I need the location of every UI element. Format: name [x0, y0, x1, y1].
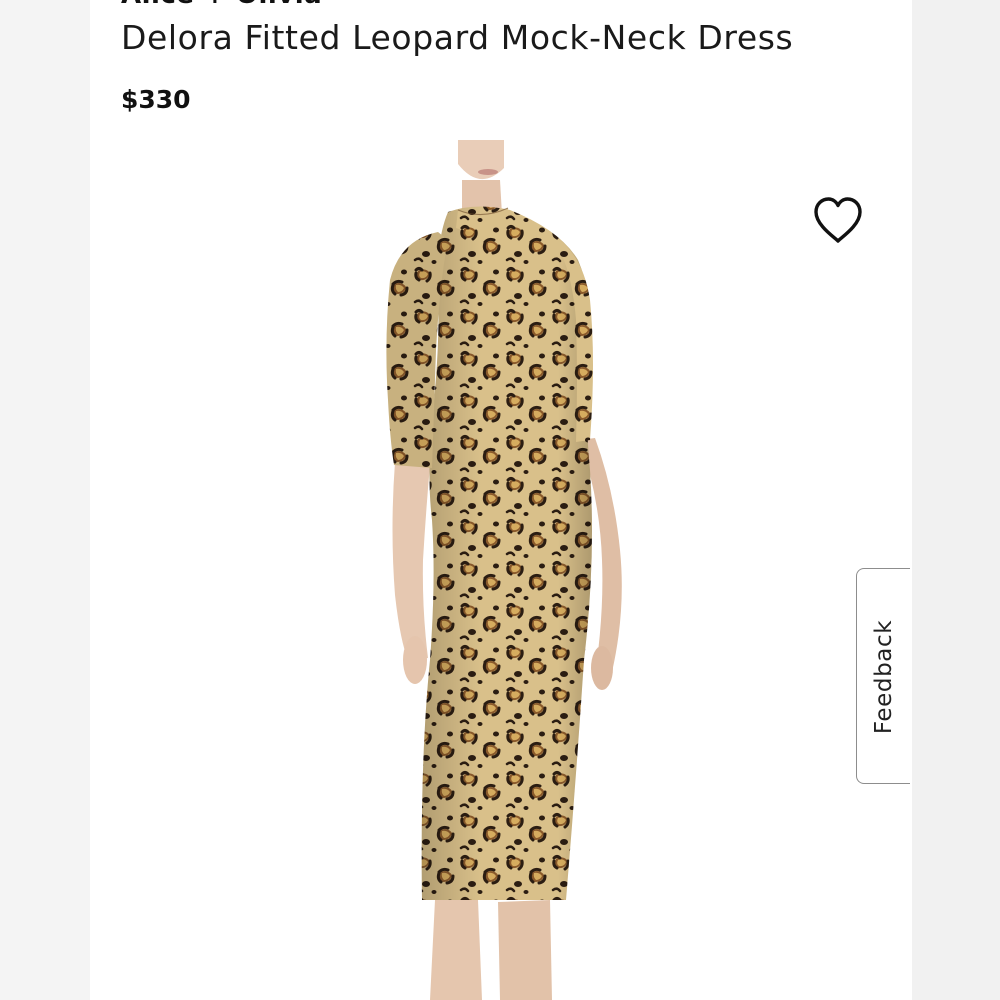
product-panel: Alice + Olivia Delora Fitted Leopard Moc…	[90, 0, 912, 1000]
left-gutter	[0, 0, 90, 1000]
product-image[interactable]	[90, 140, 912, 1000]
product-brand[interactable]: Alice + Olivia	[121, 0, 322, 10]
page: Alice + Olivia Delora Fitted Leopard Moc…	[0, 0, 1000, 1000]
feedback-button[interactable]: Feedback	[856, 568, 910, 784]
product-title: Delora Fitted Leopard Mock-Neck Dress	[121, 18, 794, 57]
heart-outline-icon[interactable]	[810, 195, 866, 247]
product-price: $330	[121, 85, 191, 114]
feedback-label: Feedback	[871, 619, 897, 735]
right-gutter	[912, 0, 1000, 1000]
